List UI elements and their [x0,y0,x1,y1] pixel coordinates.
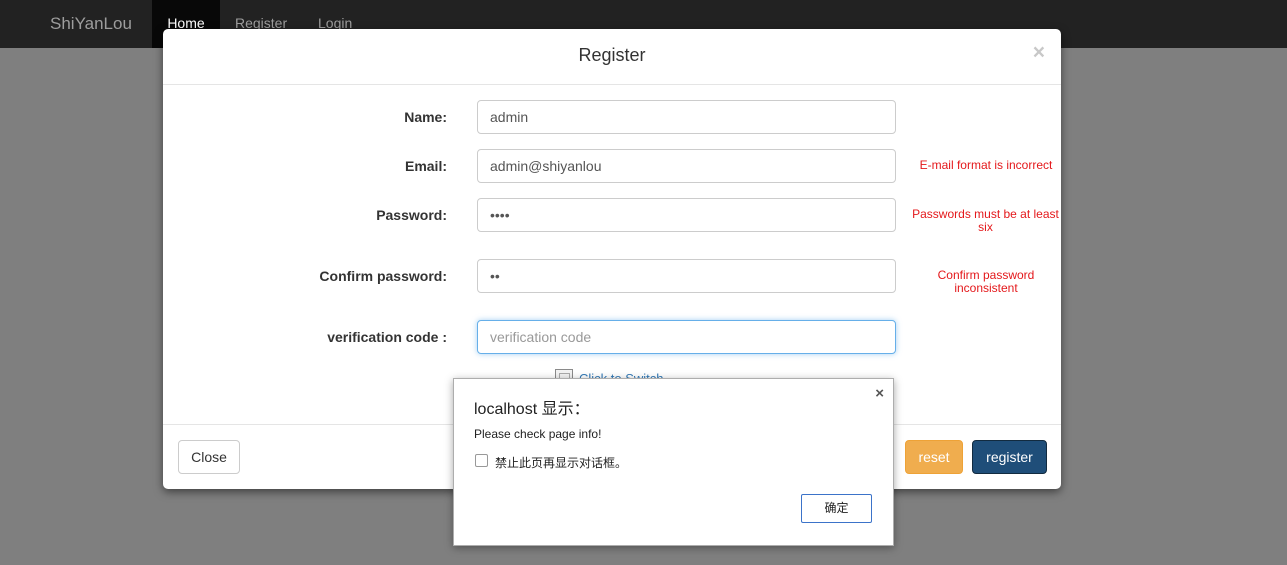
suppress-dialogs-label[interactable]: 禁止此页再显示对话框。 [495,454,627,471]
alert-dialog: localhost 显示： × Please check page info! … [453,378,894,546]
confirm-error-line-2: inconsistent [954,281,1018,295]
verification-code-label: verification code : [327,329,447,345]
suppress-dialogs-checkbox[interactable] [475,454,488,467]
password-label: Password: [376,207,447,223]
close-icon[interactable]: × [1033,41,1045,65]
close-button[interactable]: Close [178,440,240,474]
email-input[interactable] [477,149,896,183]
reset-button[interactable]: reset [905,440,963,474]
modal-title: Register [578,45,646,65]
close-icon[interactable]: × [875,385,884,402]
password-input[interactable] [477,198,896,232]
name-label: Name: [404,109,447,125]
brand-logo[interactable]: ShiYanLou [50,14,132,34]
dialog-title: localhost 显示： [474,401,590,418]
confirm-password-label: Confirm password: [319,268,447,284]
verification-code-input[interactable] [477,320,896,354]
dialog-message: Please check page info! [474,427,602,441]
email-label: Email: [404,158,447,174]
name-input[interactable] [477,100,896,134]
register-button[interactable]: register [972,440,1047,474]
confirm-password-error: Confirm password inconsistent [911,269,1061,295]
confirm-password-input[interactable] [477,259,896,293]
password-error-line-2: six [978,220,993,234]
ok-button[interactable]: 确定 [801,494,872,523]
password-error: Passwords must be at least six [908,208,1063,234]
modal-header: Register × [163,29,1061,85]
email-error: E-mail format is incorrect [919,158,1053,172]
